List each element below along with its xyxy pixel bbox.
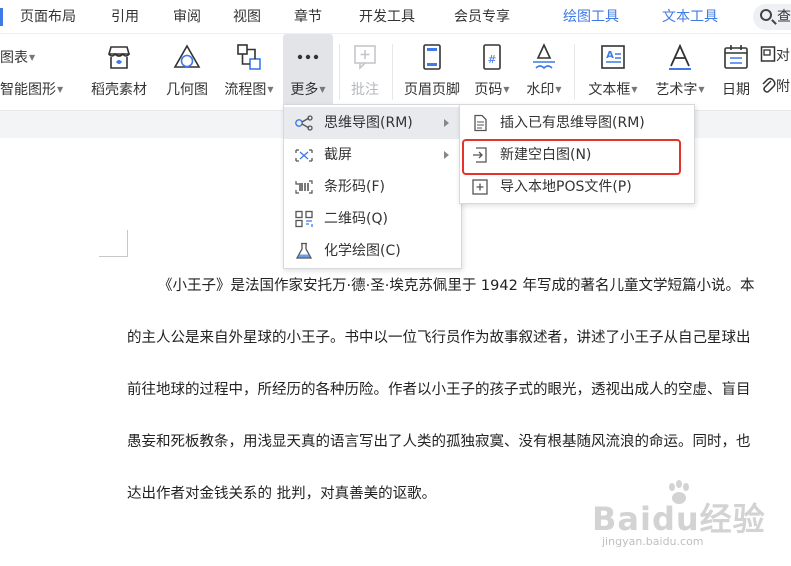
menu-item-barcode[interactable]: 条形码(F): [284, 171, 461, 203]
menu-item-mindmap[interactable]: 思维导图(RM): [284, 107, 461, 139]
wordart-button[interactable]: 艺术字▼: [650, 34, 710, 110]
ribbon-separator: [339, 44, 340, 100]
submenu-arrow-icon: [444, 151, 449, 159]
page-number-icon: #: [483, 44, 501, 70]
highlight-annotation-box: [462, 139, 681, 175]
daoke-material-label: 稻壳素材: [91, 82, 147, 98]
page-margin-mark: [127, 230, 128, 257]
chart-label: 图表: [0, 50, 28, 66]
ribbon-separator: [574, 44, 575, 100]
screenshot-icon: [295, 149, 313, 162]
submenu-arrow-icon: [444, 119, 449, 127]
tab-review[interactable]: 审阅: [173, 0, 201, 34]
more-label: 更多▼: [290, 82, 326, 98]
header-footer-button[interactable]: 页眉页脚: [398, 34, 466, 110]
paragraph-line: 的主人公是来自外星球的小王子。书中以一位飞行员作为故事叙述者，讲述了小王子从自己…: [127, 330, 751, 346]
menu-item-chemistry[interactable]: 化学绘图(C): [284, 235, 461, 267]
flowchart-label: 流程图▼: [224, 82, 274, 98]
smart-graphic-button[interactable]: 智能图形▼: [0, 79, 63, 99]
more-button[interactable]: 更多▼: [283, 34, 333, 110]
geometry-label: 几何图: [166, 82, 208, 98]
object-icon: [760, 46, 776, 62]
annotate-label: 批注: [351, 82, 379, 98]
geometry-button[interactable]: 几何图: [160, 34, 214, 110]
comment-icon: [354, 45, 376, 70]
date-label: 日期: [722, 82, 750, 98]
tab-page-layout[interactable]: 页面布局: [20, 0, 76, 34]
tab-references[interactable]: 引用: [111, 0, 139, 34]
wordart-icon: [669, 43, 691, 70]
chart-button[interactable]: 图表▼: [0, 47, 35, 67]
search-icon: [760, 9, 772, 21]
daoke-material-button[interactable]: 稻壳素材: [86, 34, 152, 110]
flowchart-button[interactable]: 流程图▼: [219, 34, 279, 110]
paragraph-line: 《小王子》是法国作家安托万·德·圣·埃克苏佩里于 1942 年写成的著名儿童文学…: [158, 278, 755, 294]
smart-graphic-label: 智能图形: [0, 82, 56, 98]
import-plus-icon: [472, 179, 488, 195]
paragraph-line: 前往地球的过程中，所经历的各种历险。作者以小王子的孩子式的眼光，透视出成人的空虚…: [127, 382, 751, 398]
object-button[interactable]: 对: [760, 45, 790, 65]
more-dots-icon: [297, 54, 319, 60]
menu-item-label: 思维导图(RM): [324, 115, 413, 131]
annotate-button[interactable]: 批注: [343, 34, 387, 110]
geometry-shapes-icon: [173, 44, 201, 68]
tab-member[interactable]: 会员专享: [454, 0, 510, 34]
menu-item-insert-existing-mindmap[interactable]: 插入已有思维导图(RM): [460, 107, 694, 139]
menu-item-label: 导入本地POS文件(P): [500, 179, 632, 195]
menu-item-screenshot[interactable]: 截屏: [284, 139, 461, 171]
more-dropdown-menu: 思维导图(RM) 截屏 条形码(F) 二维码(Q) 化学绘图(C): [283, 104, 462, 269]
menu-item-import-pos-file[interactable]: 导入本地POS文件(P): [460, 171, 694, 203]
svg-text:#: #: [487, 53, 496, 66]
menu-item-label: 条形码(F): [324, 179, 385, 195]
svg-text:A: A: [606, 50, 614, 61]
watermark-label: 水印▼: [526, 82, 562, 98]
object-label: 对: [776, 48, 790, 64]
mindmap-icon: [295, 115, 313, 131]
watermark-icon: [533, 43, 555, 70]
page-number-label: 页码▼: [474, 82, 510, 98]
textbox-icon: A: [601, 45, 625, 69]
tab-sections[interactable]: 章节: [294, 0, 322, 34]
textbox-label: 文本框▼: [588, 82, 638, 98]
tab-text-tools[interactable]: 文本工具: [662, 0, 718, 34]
wordart-label: 艺术字▼: [655, 82, 705, 98]
search-box[interactable]: 查: [753, 4, 791, 30]
menubar-edge-indicator: [0, 8, 3, 26]
ribbon-toolbar: 图表▼ 智能图形▼ 稻壳素材 几何图 流程图▼ 更多▼ 批注 页眉页脚 # 页码…: [0, 34, 791, 114]
paperclip-icon: [762, 77, 776, 93]
baidu-watermark: Baidu经验 jingyan.baidu.com: [578, 478, 778, 558]
ribbon-separator: [392, 44, 393, 100]
page-margin-mark: [99, 256, 127, 257]
tab-view[interactable]: 视图: [233, 0, 261, 34]
menu-item-label: 化学绘图(C): [324, 243, 401, 259]
search-label: 查: [777, 9, 791, 25]
paragraph-line: 愚妄和死板教条，用浅显天真的语言写出了人类的孤独寂寞、没有根基随风流浪的命运。同…: [127, 434, 751, 450]
flowchart-icon: [237, 44, 261, 70]
watermark-button[interactable]: 水印▼: [520, 34, 568, 110]
header-footer-icon: [423, 44, 441, 70]
menu-item-label: 截屏: [324, 147, 352, 163]
menu-item-label: 二维码(Q): [324, 211, 388, 227]
barcode-icon: [295, 180, 313, 194]
watermark-url: jingyan.baidu.com: [602, 535, 704, 548]
textbox-button[interactable]: A 文本框▼: [582, 34, 644, 110]
tab-developer-tools[interactable]: 开发工具: [359, 0, 415, 34]
paragraph-line: 达出作者对金钱关系的 批判，对真善美的讴歌。: [127, 486, 437, 502]
flask-icon: [295, 242, 313, 259]
attachment-label: 附: [776, 79, 790, 95]
menu-item-label: 插入已有思维导图(RM): [500, 115, 645, 131]
menu-item-qrcode[interactable]: 二维码(Q): [284, 203, 461, 235]
attachment-button[interactable]: 附: [760, 76, 790, 96]
page-number-button[interactable]: # 页码▼: [469, 34, 515, 110]
store-icon: [107, 46, 131, 69]
paw-logo-icon: [669, 480, 689, 504]
header-footer-label: 页眉页脚: [404, 82, 460, 98]
calendar-icon: [724, 45, 748, 69]
document-icon: [474, 114, 487, 132]
menu-bar: 页面布局 引用 审阅 视图 章节 开发工具 会员专享 绘图工具 文本工具 查: [0, 0, 791, 34]
date-button[interactable]: 日期: [716, 34, 756, 110]
qrcode-icon: [295, 210, 313, 228]
tab-drawing-tools[interactable]: 绘图工具: [563, 0, 619, 34]
watermark-text: Baidu经验: [592, 500, 766, 538]
